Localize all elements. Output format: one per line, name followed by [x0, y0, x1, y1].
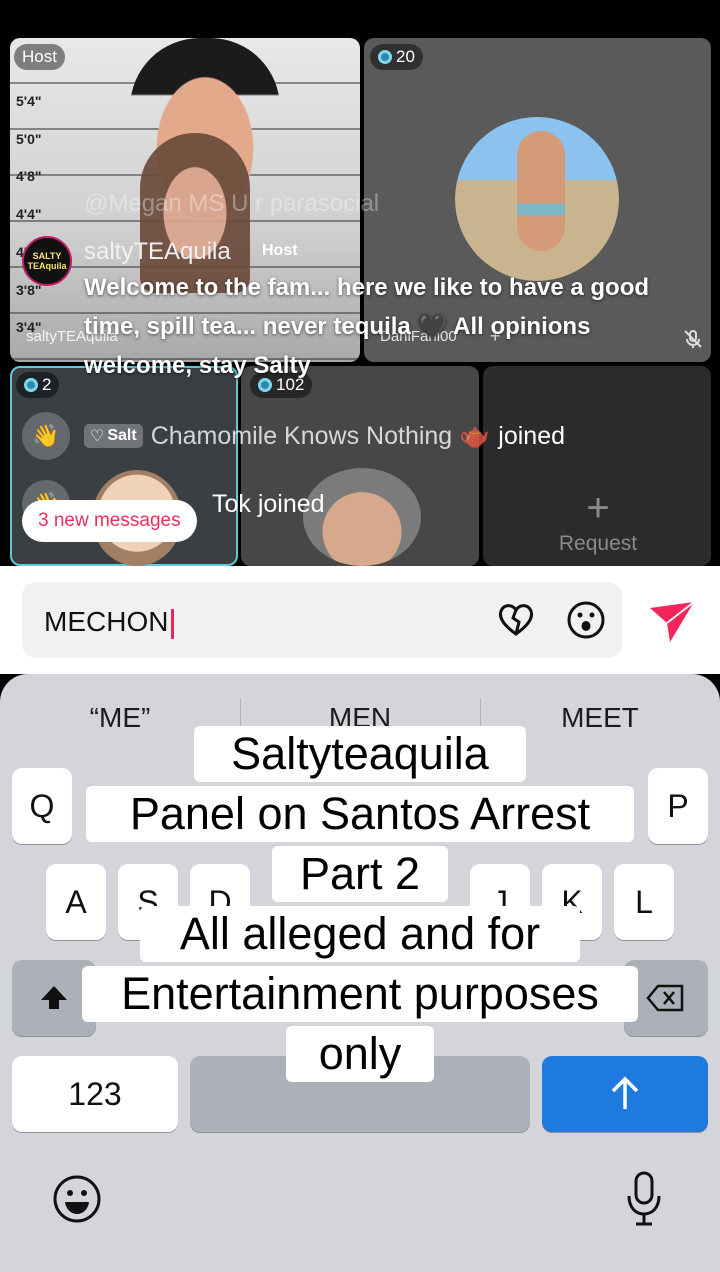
emoji-icon[interactable]	[566, 600, 606, 640]
heart-icon[interactable]	[496, 600, 536, 640]
key-p[interactable]: P	[648, 768, 708, 844]
numbers-key[interactable]: 123	[12, 1056, 178, 1132]
key-l[interactable]: L	[614, 864, 674, 940]
chat-comment: SALTY TEAquila	[22, 236, 72, 286]
mic-muted-icon	[682, 328, 704, 350]
key-a[interactable]: A	[46, 864, 106, 940]
text-caret	[171, 608, 175, 639]
guest-avatar-photo	[455, 117, 619, 281]
new-messages-pill[interactable]: 3 new messages	[22, 500, 197, 542]
request-plus-icon[interactable]: +	[570, 488, 626, 528]
backspace-icon	[646, 984, 684, 1012]
join-username[interactable]: Chamomile Knows Nothing 🫖	[151, 422, 491, 451]
send-icon[interactable]	[648, 600, 696, 644]
chat-ghost-message: @Megan MS U r parasocial	[84, 190, 380, 217]
chat-username[interactable]: saltyTEAquila	[84, 238, 231, 266]
fan-badge: ♡ Salt	[84, 424, 143, 448]
chat-message: Welcome to the fam... here we like to ha…	[84, 274, 650, 379]
shift-icon	[41, 986, 67, 1009]
caption-line: Part 2	[272, 846, 448, 902]
wave-hand-icon[interactable]: 👋	[22, 412, 70, 460]
join-verb: joined	[498, 421, 566, 450]
height-mark: 5'0"	[16, 131, 42, 147]
caption-line: Saltyteaquila	[194, 726, 526, 782]
viewer-count-badge: 20	[370, 44, 423, 70]
caption-line: Entertainment purposes	[82, 966, 638, 1022]
host-badge: Host	[14, 44, 65, 70]
caption-line: only	[286, 1026, 434, 1082]
height-mark: 4'4"	[16, 206, 42, 222]
height-mark: 4'8"	[16, 168, 42, 184]
viewer-count-badge: 2	[16, 372, 60, 398]
caption-line: All alleged and for	[140, 906, 580, 962]
caption-line: Panel on Santos Arrest	[86, 786, 634, 842]
arrow-up-icon	[611, 1076, 639, 1109]
return-key[interactable]	[542, 1056, 708, 1132]
join-notification: 👋 ♡ Salt Chamomile Knows Nothing 🫖 joined	[22, 412, 565, 460]
key-q[interactable]: Q	[12, 768, 72, 844]
live-video-grid: 5'4" 5'0" 4'8" 4'4" 4' 3'8" 3'4" Host 20…	[0, 0, 720, 566]
host-tag: Host	[262, 242, 298, 259]
dictation-mic-icon[interactable]	[626, 1170, 662, 1226]
viewer-icon	[378, 50, 392, 64]
viewer-icon	[24, 378, 38, 392]
keyboard-emoji-icon[interactable]	[52, 1174, 102, 1224]
comment-input-bar: MECHON	[0, 566, 720, 674]
height-mark: 5'4"	[16, 93, 42, 109]
request-label[interactable]: Request	[540, 532, 656, 556]
comment-input-value: MECHON	[44, 606, 169, 637]
join-notification-text: Tok joined	[212, 490, 325, 518]
comment-input[interactable]: MECHON	[22, 582, 622, 658]
host-avatar[interactable]: SALTY TEAquila	[22, 236, 72, 286]
